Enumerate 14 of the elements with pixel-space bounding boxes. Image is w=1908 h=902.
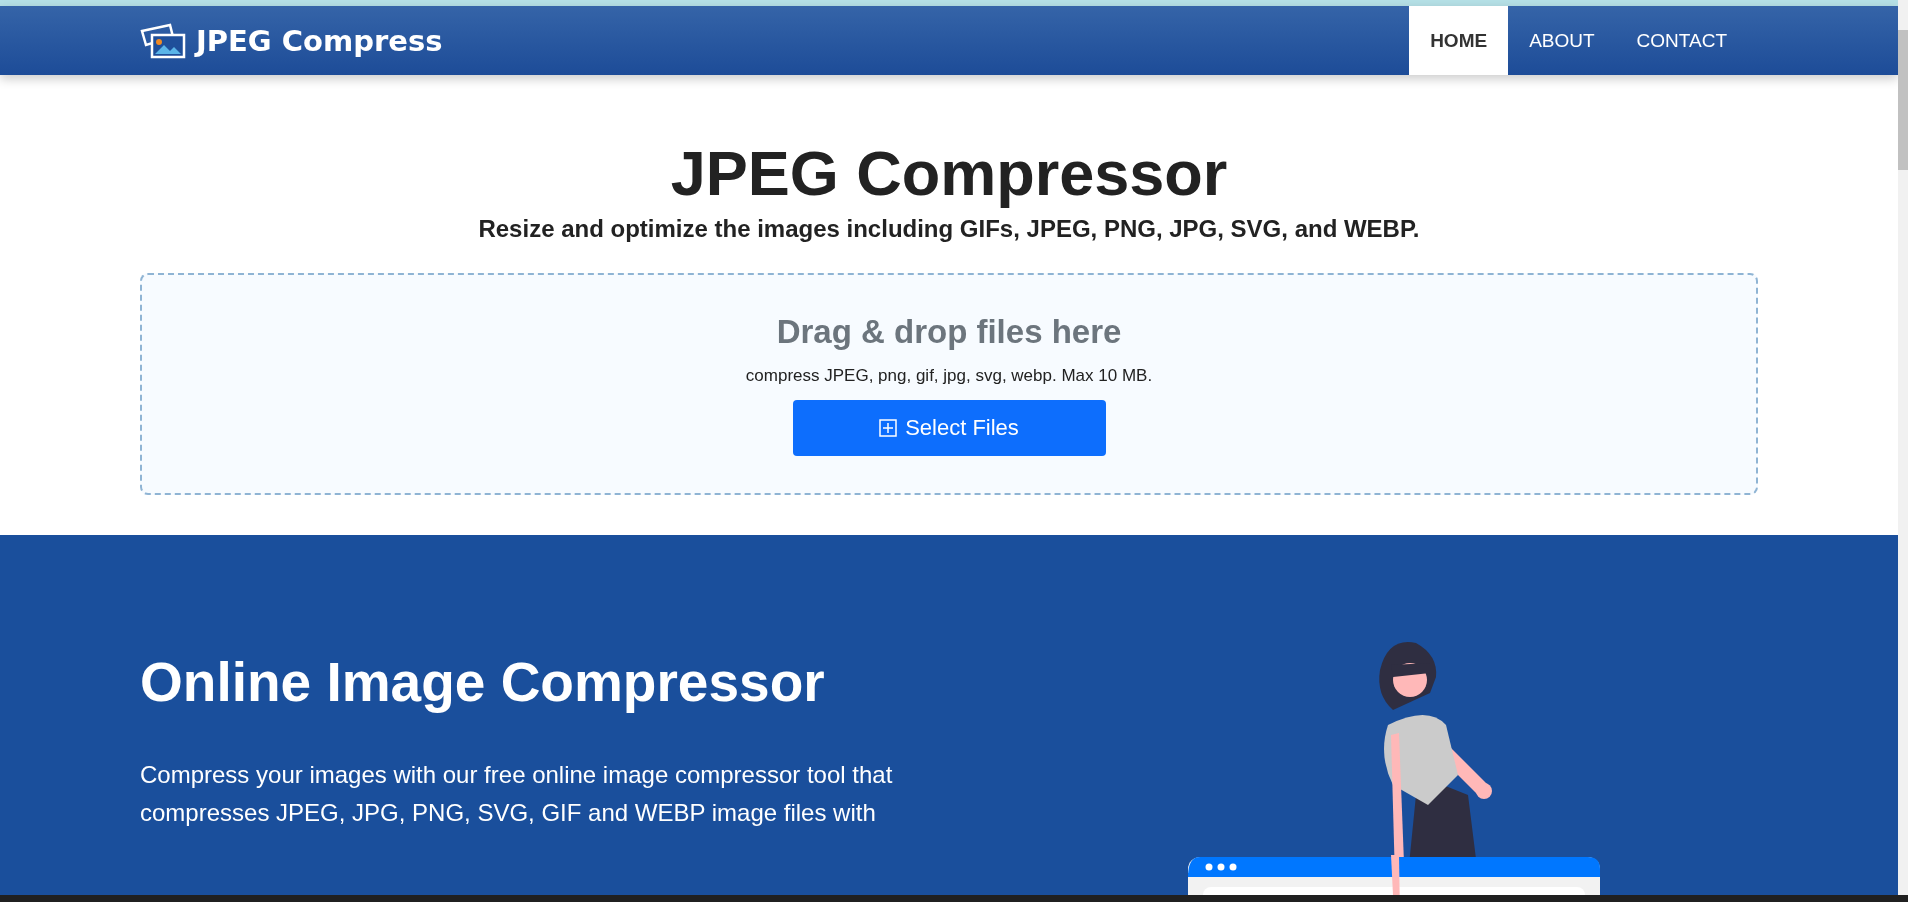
subtitle: Resize and optimize the images including GIFs, JPEG, PNG, JPG, SVG, and WEBP. (478, 215, 1420, 243)
drop-zone[interactable]: Drag & drop files here compress JPEG, png, gif, jpg, svg, webp. Max 10 MB. Select Files (140, 273, 1758, 495)
section-paragraph: Compress your images with our free online image compressor tool that compresses JPEG, JPG, PNG, SVG, GIF and WEBP image files with (140, 760, 894, 828)
nav-link[interactable]: ABOUT (1508, 6, 1616, 75)
section-heading: Online Image Compressor (140, 650, 826, 714)
photo-icon (140, 22, 186, 59)
select-files-button[interactable]: Select Files (792, 400, 1106, 456)
drop-hint: compress JPEG, png, gif, jpg, svg, webp. Max 10 MB. (745, 366, 1153, 386)
plus-square-icon (879, 419, 898, 437)
nav-link[interactable]: HOME (1409, 6, 1509, 75)
scrollbar[interactable] (1898, 0, 1908, 895)
nav-link[interactable]: CONTACT (1615, 6, 1748, 75)
drop-title: Drag & drop files here (776, 313, 1122, 351)
logo-text[interactable]: JPEG Compress (196, 23, 443, 58)
